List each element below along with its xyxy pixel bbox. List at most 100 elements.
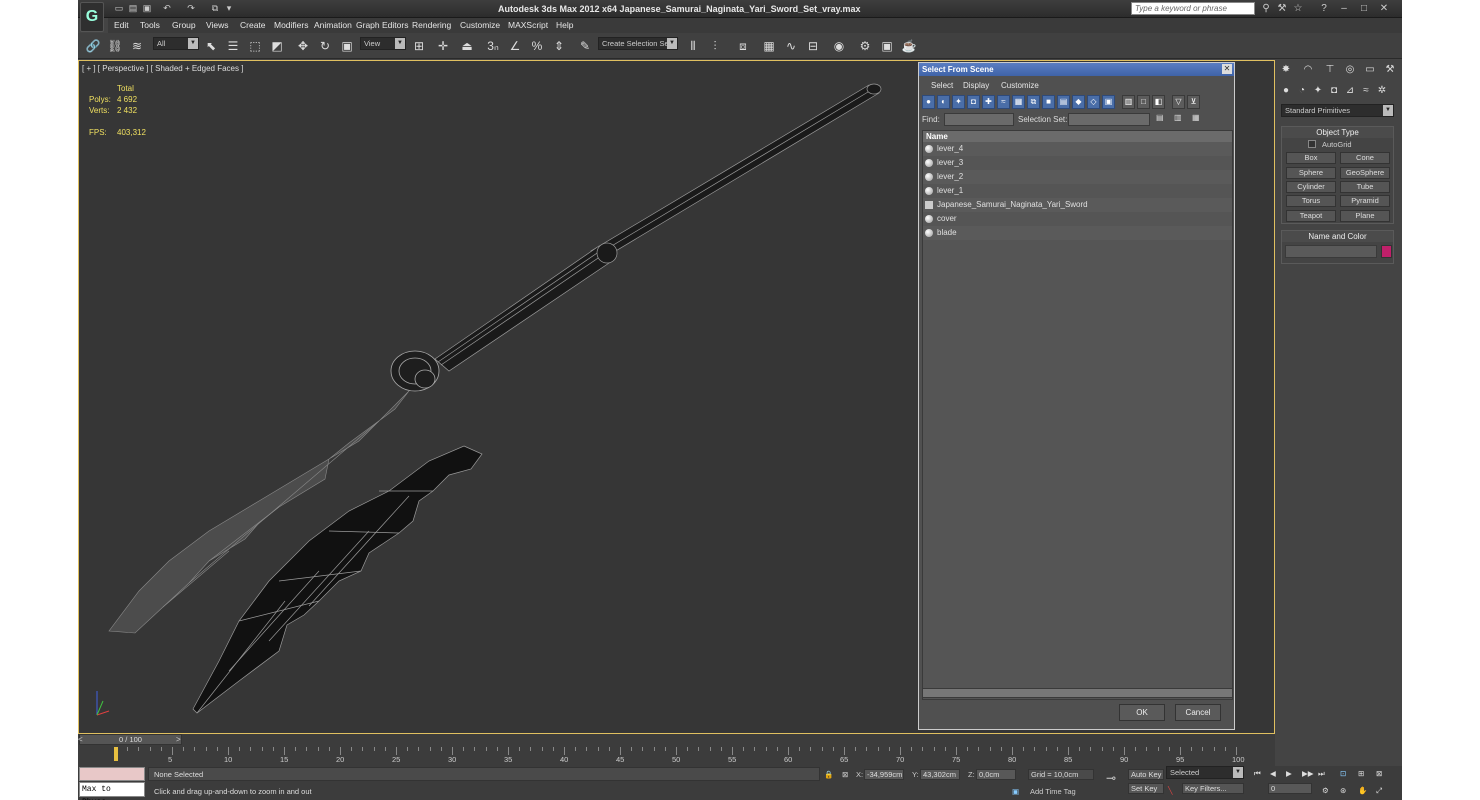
display-xrefs-icon[interactable]: ⧉ bbox=[1027, 95, 1040, 109]
cylinder-button[interactable]: Cylinder bbox=[1286, 181, 1336, 193]
geosphere-button[interactable]: GeoSphere bbox=[1340, 167, 1390, 179]
menu-edit[interactable]: Edit bbox=[114, 20, 129, 30]
dialog-close-button[interactable]: ✕ bbox=[1222, 64, 1232, 74]
current-frame-marker[interactable] bbox=[114, 747, 118, 761]
select-none-icon[interactable]: □ bbox=[1137, 95, 1150, 109]
tube-button[interactable]: Tube bbox=[1340, 181, 1390, 193]
reference-coordinate-dropdown[interactable]: View ▼ bbox=[360, 37, 406, 50]
select-and-move-icon[interactable]: ✥ bbox=[294, 37, 312, 55]
display-all-icon[interactable]: ▣ bbox=[1102, 95, 1115, 109]
minimize-icon[interactable]: – bbox=[1338, 3, 1350, 14]
display-bones-icon[interactable]: ■ bbox=[1042, 95, 1055, 109]
list-item[interactable]: lever_4 bbox=[923, 142, 1232, 156]
shapes-category-icon[interactable]: ◔ bbox=[1295, 84, 1309, 98]
zoom-extents-icon[interactable]: ⊡ bbox=[1340, 767, 1346, 780]
remove-from-selection-set-icon[interactable]: ▦ bbox=[1192, 113, 1200, 122]
curve-editor-icon[interactable]: ∿ bbox=[782, 37, 800, 55]
display-geometry-icon[interactable]: ● bbox=[922, 95, 935, 109]
maxscript-listener-pink[interactable] bbox=[79, 767, 145, 781]
helpers-category-icon[interactable]: ⊿ bbox=[1343, 84, 1357, 98]
play-icon[interactable]: ▶ bbox=[1286, 767, 1292, 780]
time-slider-prev-icon[interactable]: < bbox=[78, 735, 83, 744]
z-coordinate-field[interactable]: 0,0cm bbox=[976, 769, 1016, 780]
communication-center-icon[interactable]: ⚒ bbox=[1276, 3, 1288, 14]
display-groups-icon[interactable]: ▦ bbox=[1012, 95, 1025, 109]
open-file-icon[interactable]: ▤ bbox=[128, 3, 138, 13]
filter-settings-icon[interactable]: ⊻ bbox=[1187, 95, 1200, 109]
time-configuration-icon[interactable]: ⚙ bbox=[1322, 784, 1329, 797]
list-item[interactable]: lever_2 bbox=[923, 170, 1232, 184]
save-icon[interactable]: ▣ bbox=[142, 3, 152, 13]
maximize-viewport-icon[interactable]: ⤢ bbox=[1376, 784, 1382, 797]
align-icon[interactable]: ⫶ bbox=[706, 37, 724, 55]
add-to-selection-set-icon[interactable]: ▥ bbox=[1174, 113, 1182, 122]
menu-graph-editors[interactable]: Graph Editors bbox=[356, 20, 408, 30]
maxscript-listener-input[interactable]: Max to Physc. bbox=[79, 782, 145, 800]
selection-set-dropdown[interactable] bbox=[1068, 113, 1150, 126]
pivot-center-icon[interactable]: ⊞ bbox=[410, 37, 428, 55]
layer-manager-icon[interactable]: ⧈ bbox=[734, 37, 752, 55]
menu-views[interactable]: Views bbox=[206, 20, 229, 30]
select-and-rotate-icon[interactable]: ↻ bbox=[316, 37, 334, 55]
select-and-link-icon[interactable]: 🔗 bbox=[84, 37, 102, 55]
render-setup-icon[interactable]: ⚙ bbox=[856, 37, 874, 55]
ok-button[interactable]: OK bbox=[1119, 704, 1165, 721]
auto-key-button[interactable]: Auto Key bbox=[1128, 769, 1164, 780]
selection-filter-dropdown[interactable]: All ▼ bbox=[153, 37, 199, 50]
set-key-icon[interactable]: ╲ bbox=[1168, 784, 1173, 797]
find-input[interactable] bbox=[944, 113, 1014, 126]
menu-rendering[interactable]: Rendering bbox=[412, 20, 451, 30]
graphite-modeling-icon[interactable]: ▦ bbox=[760, 37, 778, 55]
display-space-warps-icon[interactable]: ≈ bbox=[997, 95, 1010, 109]
bind-to-space-warp-icon[interactable]: ≋ bbox=[128, 37, 146, 55]
key-mode-dropdown[interactable]: Selected ▼ bbox=[1166, 766, 1244, 779]
create-tab-icon[interactable]: ✸ bbox=[1279, 63, 1293, 77]
cameras-category-icon[interactable]: ◘ bbox=[1327, 84, 1341, 98]
time-slider[interactable]: 0 / 100 bbox=[79, 734, 182, 745]
sphere-button[interactable]: Sphere bbox=[1286, 167, 1336, 179]
close-icon[interactable]: ✕ bbox=[1378, 3, 1390, 14]
spinner-snap-icon[interactable]: ⇕ bbox=[550, 37, 568, 55]
help-icon[interactable]: ? bbox=[1318, 3, 1330, 14]
name-column-header[interactable]: Name bbox=[923, 131, 1232, 142]
project-folder-icon[interactable]: ⧉ bbox=[210, 3, 220, 13]
list-item[interactable]: lever_1 bbox=[923, 184, 1232, 198]
time-tag-icon[interactable]: ▣ bbox=[1012, 785, 1019, 798]
y-coordinate-field[interactable]: 43,302cm bbox=[920, 769, 960, 780]
zoom-all-icon[interactable]: ⊞ bbox=[1358, 767, 1364, 780]
keyboard-shortcut-override-icon[interactable]: ⏏ bbox=[458, 37, 476, 55]
edit-named-selection-icon[interactable]: ✎ bbox=[576, 37, 594, 55]
teapot-button[interactable]: Teapot bbox=[1286, 210, 1336, 222]
named-selection-set-dropdown[interactable]: Create Selection Se ▼ bbox=[598, 37, 678, 50]
space-warps-category-icon[interactable]: ≈ bbox=[1359, 84, 1373, 98]
material-editor-icon[interactable]: ◉ bbox=[830, 37, 848, 55]
menu-maxscript[interactable]: MAXScript bbox=[508, 20, 548, 30]
next-frame-icon[interactable]: ▶▶ bbox=[1302, 767, 1314, 780]
x-coordinate-field[interactable]: -34,959cm bbox=[864, 769, 904, 780]
menu-group[interactable]: Group bbox=[172, 20, 196, 30]
maximize-icon[interactable]: □ bbox=[1358, 3, 1370, 14]
menu-animation[interactable]: Animation bbox=[314, 20, 352, 30]
current-frame-field[interactable]: 0 bbox=[1268, 783, 1312, 794]
horizontal-scrollbar[interactable] bbox=[922, 688, 1233, 698]
modify-tab-icon[interactable]: ◠ bbox=[1301, 63, 1315, 77]
key-filters-button[interactable]: Key Filters... bbox=[1182, 783, 1244, 794]
go-to-end-icon[interactable]: ⏭ bbox=[1318, 767, 1325, 780]
plane-button[interactable]: Plane bbox=[1340, 210, 1390, 222]
help-search-input[interactable]: Type a keyword or phrase bbox=[1131, 2, 1255, 15]
schematic-view-icon[interactable]: ⊟ bbox=[804, 37, 822, 55]
display-helpers-icon[interactable]: ✚ bbox=[982, 95, 995, 109]
display-tab-icon[interactable]: ▭ bbox=[1363, 63, 1377, 77]
hierarchy-tab-icon[interactable]: ⊤ bbox=[1323, 63, 1337, 77]
absolute-mode-icon[interactable]: ⊠ bbox=[842, 768, 848, 781]
orbit-icon[interactable]: ⊛ bbox=[1340, 784, 1346, 797]
select-by-name-icon[interactable]: ☰ bbox=[224, 37, 242, 55]
geometry-category-icon[interactable]: ● bbox=[1279, 84, 1293, 98]
list-item[interactable]: blade bbox=[923, 226, 1232, 240]
display-shapes-icon[interactable]: ◐ bbox=[937, 95, 950, 109]
field-of-view-icon[interactable]: ⊠ bbox=[1376, 767, 1382, 780]
pyramid-button[interactable]: Pyramid bbox=[1340, 195, 1390, 207]
list-item[interactable]: Japanese_Samurai_Naginata_Yari_Sword bbox=[923, 198, 1232, 212]
pan-hand-icon[interactable]: ✋ bbox=[1358, 784, 1367, 797]
menu-tools[interactable]: Tools bbox=[140, 20, 160, 30]
